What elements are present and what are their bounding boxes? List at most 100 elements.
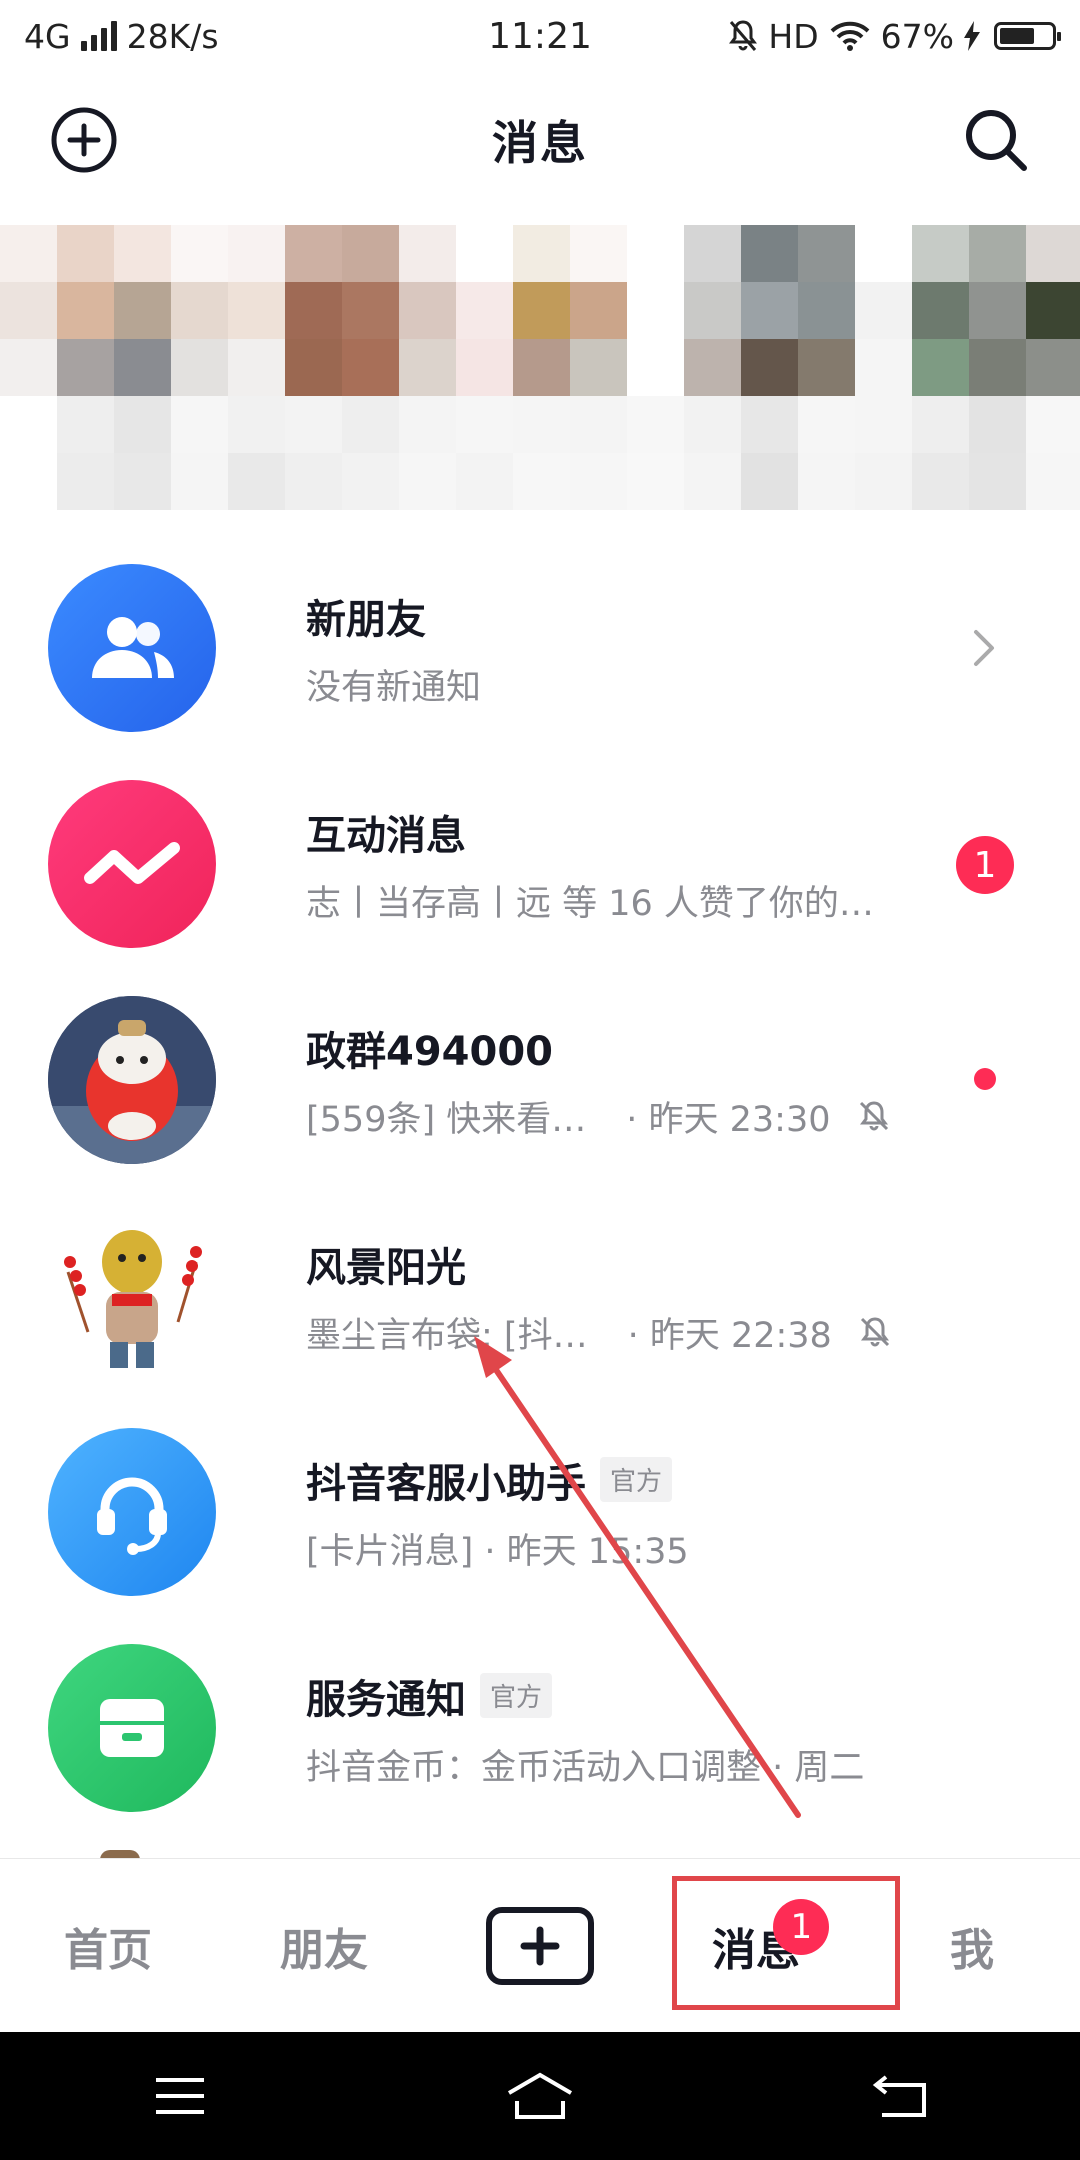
friends-avatar-strip[interactable]	[0, 225, 1080, 510]
nav-create[interactable]	[432, 1859, 648, 2032]
mosaic-tile	[228, 282, 285, 339]
row-body: 抖音客服小助手 官方 [卡片消息] · 昨天 15:35	[306, 1451, 1080, 1574]
mosaic-tile	[684, 282, 741, 339]
system-nav-bar	[0, 2032, 1080, 2160]
mosaic-tile	[570, 453, 627, 510]
message-list: 新朋友 没有新通知 互动消息 志丨当存高丨远 等 16 人赞了你的… 1 政群4…	[0, 540, 1080, 1836]
row-body: 风景阳光 墨尘言布袋: [抖… · 昨天 22:38	[306, 1235, 1080, 1358]
list-item-customer-service[interactable]: 抖音客服小助手 官方 [卡片消息] · 昨天 15:35	[0, 1404, 1080, 1620]
list-item-scenery-chat[interactable]: 风景阳光 墨尘言布袋: [抖… · 昨天 22:38	[0, 1188, 1080, 1404]
mosaic-tile	[570, 225, 627, 282]
mosaic-tile	[513, 282, 570, 339]
mosaic-tile	[684, 396, 741, 453]
pixelated-mosaic	[0, 225, 1080, 510]
nav-friends[interactable]: 朋友	[216, 1859, 432, 2032]
row-body: 服务通知 官方 抖音金币：金币活动入口调整 · 周二	[306, 1667, 1080, 1790]
mosaic-tile	[456, 453, 513, 510]
status-right: HD 67%	[728, 17, 1061, 56]
row-body: 新朋友 没有新通知	[306, 587, 1080, 710]
row-title-text: 服务通知	[306, 1676, 466, 1723]
mosaic-tile	[969, 396, 1026, 453]
mosaic-tile	[855, 453, 912, 510]
mosaic-tile	[285, 225, 342, 282]
nav-me[interactable]: 我	[864, 1859, 1080, 2032]
mosaic-tile	[741, 282, 798, 339]
mosaic-tile	[399, 453, 456, 510]
mute-bell-icon	[729, 20, 758, 51]
plus-circle-icon	[51, 107, 117, 173]
mosaic-tile	[855, 396, 912, 453]
list-item-new-friends[interactable]: 新朋友 没有新通知	[0, 540, 1080, 756]
mosaic-tile	[912, 225, 969, 282]
inbox-icon	[100, 1699, 164, 1757]
status-bar: 4G 28K/s 11:21 HD 67%	[0, 0, 1080, 72]
network-type: 4G	[24, 16, 71, 56]
menu-button[interactable]	[120, 2056, 240, 2136]
row-title: 抖音客服小助手 官方	[306, 1451, 1080, 1509]
mute-icon	[859, 1101, 888, 1131]
mosaic-tile	[513, 225, 570, 282]
messages-badge: 1	[773, 1899, 830, 1955]
avatar	[48, 1644, 216, 1812]
wifi-icon	[830, 21, 870, 51]
status-left: 4G 28K/s	[24, 17, 219, 56]
avatar	[48, 564, 216, 732]
back-button[interactable]	[840, 2056, 960, 2136]
mosaic-tile	[1026, 453, 1080, 510]
mute-icon	[860, 1317, 889, 1347]
official-tag: 官方	[480, 1673, 553, 1718]
row-subtitle: 抖音金币：金币活动入口调整 · 周二	[306, 1747, 865, 1788]
signal-icon	[80, 21, 117, 51]
row-title-text: 抖音客服小助手	[306, 1460, 586, 1507]
list-item-service-notifications[interactable]: 服务通知 官方 抖音金币：金币活动入口调整 · 周二	[0, 1620, 1080, 1836]
mosaic-tile	[798, 453, 855, 510]
mosaic-tile	[342, 339, 399, 396]
search-button[interactable]	[960, 104, 1032, 176]
unread-dot	[974, 1068, 996, 1090]
chevron-right-icon	[974, 630, 994, 666]
mosaic-tile	[114, 396, 171, 453]
list-item-interactions[interactable]: 互动消息 志丨当存高丨远 等 16 人赞了你的… 1	[0, 756, 1080, 972]
mosaic-tile	[912, 453, 969, 510]
charging-icon	[964, 21, 980, 51]
mosaic-tile	[57, 396, 114, 453]
row-body: 政群494000 [559条] 快来看… · 昨天 23:30	[306, 1019, 1080, 1142]
battery-fill	[1000, 28, 1034, 44]
mosaic-tile	[285, 453, 342, 510]
mosaic-tile	[171, 339, 228, 396]
mosaic-tile	[513, 453, 570, 510]
mosaic-tile	[171, 453, 228, 510]
mosaic-tile	[114, 282, 171, 339]
list-item-group-chat[interactable]: 政群494000 [559条] 快来看… · 昨天 23:30	[0, 972, 1080, 1188]
avatar	[48, 1212, 216, 1380]
official-tag: 官方	[600, 1457, 673, 1502]
mosaic-tile	[627, 396, 684, 453]
add-button[interactable]	[48, 104, 120, 176]
mosaic-tile	[114, 453, 171, 510]
mosaic-tile	[798, 339, 855, 396]
mosaic-tile	[741, 396, 798, 453]
create-button[interactable]	[486, 1906, 594, 1985]
mosaic-tile	[741, 339, 798, 396]
mosaic-tile	[399, 225, 456, 282]
mosaic-tile	[0, 453, 57, 510]
mosaic-tile	[798, 282, 855, 339]
row-subtitle: [559条] 快来看… · 昨天 23:30	[306, 1091, 1080, 1142]
mosaic-tile	[1026, 282, 1080, 339]
mosaic-tile	[342, 453, 399, 510]
clock: 11:21	[488, 15, 592, 57]
home-button[interactable]	[480, 2056, 600, 2136]
cartoon-avatar-image	[64, 1230, 202, 1368]
mosaic-tile	[684, 339, 741, 396]
mosaic-tile	[798, 225, 855, 282]
mosaic-tile	[969, 282, 1026, 339]
mosaic-tile	[285, 396, 342, 453]
mosaic-tile	[285, 339, 342, 396]
nav-home[interactable]: 首页	[0, 1859, 216, 2032]
mosaic-tile	[513, 339, 570, 396]
mosaic-tile	[228, 339, 285, 396]
nav-messages[interactable]: 消息 1	[648, 1859, 864, 2032]
mosaic-tile	[399, 339, 456, 396]
mosaic-tile	[456, 396, 513, 453]
mosaic-tile	[855, 339, 912, 396]
